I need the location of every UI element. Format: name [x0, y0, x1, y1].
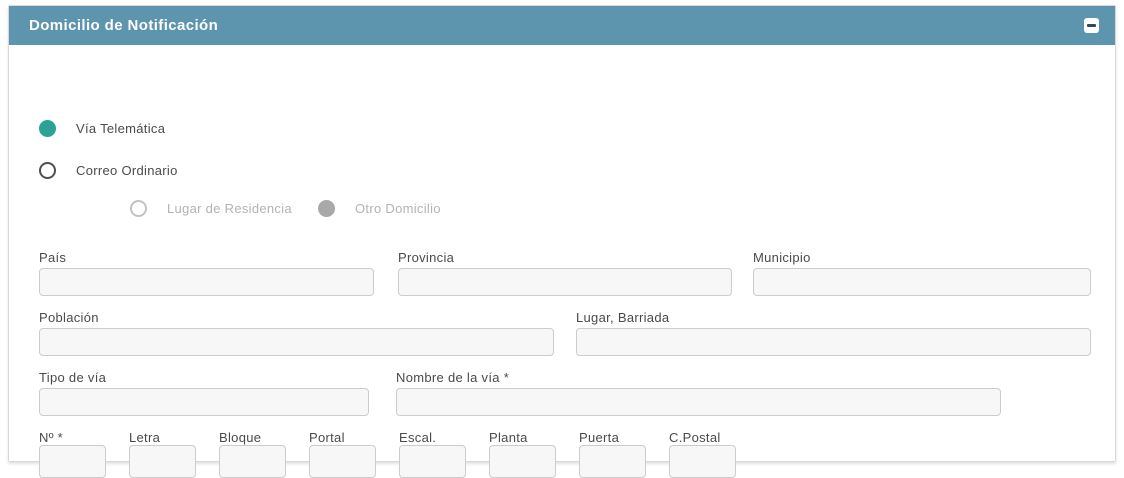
planta-label: Planta [489, 430, 528, 445]
radio-label: Lugar de Residencia [167, 201, 292, 216]
escalera-label: Escal. [399, 430, 436, 445]
pais-label: País [39, 250, 66, 265]
pais-input[interactable] [39, 268, 374, 296]
radio-label: Otro Domicilio [355, 201, 441, 216]
escalera-input[interactable] [399, 445, 466, 478]
radio-correo-ordinario[interactable]: Correo Ordinario [39, 162, 178, 179]
panel-header: Domicilio de Notificación [9, 6, 1115, 45]
letra-input[interactable] [129, 445, 196, 478]
provincia-input[interactable] [398, 268, 732, 296]
radio-label: Correo Ordinario [76, 163, 178, 178]
puerta-input[interactable] [579, 445, 646, 478]
lugar-barriada-input[interactable] [576, 328, 1091, 356]
bloque-label: Bloque [219, 430, 261, 445]
letra-label: Letra [129, 430, 160, 445]
provincia-label: Provincia [398, 250, 454, 265]
tipo-de-via-input[interactable] [39, 388, 369, 416]
panel-body: Vía Telemática Correo Ordinario Lugar de… [9, 45, 1115, 461]
radio-selected-icon[interactable] [39, 120, 56, 137]
puerta-label: Puerta [579, 430, 619, 445]
lugar-barriada-label: Lugar, Barriada [576, 310, 669, 325]
radio-via-telematica[interactable]: Vía Telemática [39, 120, 165, 137]
panel-title: Domicilio de Notificación [9, 17, 218, 34]
domicilio-notificacion-panel: Domicilio de Notificación Vía Telemática… [8, 5, 1116, 462]
radio-selected-icon [318, 200, 335, 217]
municipio-input[interactable] [753, 268, 1091, 296]
radio-lugar-de-residencia: Lugar de Residencia [130, 200, 292, 217]
c-postal-label: C.Postal [669, 430, 721, 445]
portal-label: Portal [309, 430, 345, 445]
nombre-de-la-via-input[interactable] [396, 388, 1001, 416]
radio-unselected-icon [130, 200, 147, 217]
numero-input[interactable] [39, 445, 106, 478]
bloque-input[interactable] [219, 445, 286, 478]
planta-input[interactable] [489, 445, 556, 478]
nombre-de-la-via-label: Nombre de la vía * [396, 370, 509, 385]
radio-label: Vía Telemática [76, 121, 165, 136]
minus-icon [1087, 24, 1096, 27]
poblacion-label: Población [39, 310, 99, 325]
collapse-button[interactable] [1084, 18, 1099, 33]
municipio-label: Municipio [753, 250, 811, 265]
c-postal-input[interactable] [669, 445, 736, 478]
radio-otro-domicilio: Otro Domicilio [318, 200, 441, 217]
portal-input[interactable] [309, 445, 376, 478]
radio-unselected-icon[interactable] [39, 162, 56, 179]
poblacion-input[interactable] [39, 328, 554, 356]
tipo-de-via-label: Tipo de vía [39, 370, 106, 385]
numero-label: Nº * [39, 430, 63, 445]
